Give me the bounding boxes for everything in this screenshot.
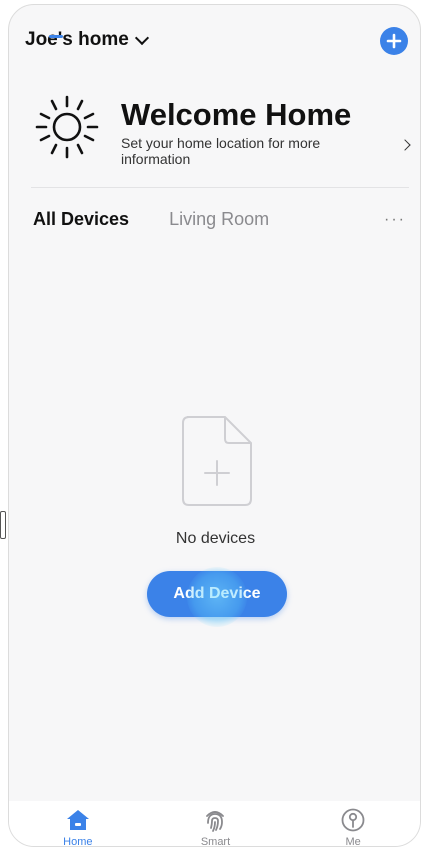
app-screen: Joe's home Welcome Home Set your home lo… bbox=[8, 4, 421, 847]
nav-home[interactable]: Home bbox=[33, 807, 123, 847]
more-options-icon[interactable]: ··· bbox=[384, 211, 406, 229]
nav-smart-label: Smart bbox=[200, 836, 231, 847]
welcome-card[interactable]: Welcome Home Set your home location for … bbox=[31, 89, 411, 177]
nav-me[interactable]: Me bbox=[308, 807, 398, 847]
home-name: Joe's home bbox=[25, 29, 129, 50]
nav-me-label: Me bbox=[345, 836, 361, 847]
side-handle bbox=[0, 511, 6, 539]
room-tabs: All Devices Living Room bbox=[33, 209, 269, 230]
nav-smart[interactable]: Smart bbox=[170, 807, 260, 847]
fingerprint-icon bbox=[206, 811, 225, 832]
welcome-title: Welcome Home bbox=[121, 97, 352, 132]
chevron-down-icon bbox=[134, 30, 149, 45]
home-icon bbox=[66, 810, 89, 830]
welcome-subtitle: Set your home location for more informat… bbox=[121, 135, 321, 167]
sun-icon bbox=[35, 95, 99, 159]
home-selector[interactable]: Joe's home bbox=[25, 29, 149, 51]
tab-all-devices[interactable]: All Devices bbox=[33, 209, 129, 230]
add-button[interactable] bbox=[380, 27, 408, 55]
divider bbox=[31, 187, 409, 188]
add-device-button[interactable]: Add Device bbox=[147, 571, 287, 617]
plus-circle-icon bbox=[386, 33, 402, 49]
tab-living-room[interactable]: Living Room bbox=[169, 209, 269, 230]
active-tab-indicator bbox=[49, 35, 63, 38]
nav-home-label: Home bbox=[63, 836, 93, 847]
empty-document-icon bbox=[182, 416, 252, 506]
chevron-right-icon bbox=[399, 139, 411, 151]
empty-message: No devices bbox=[175, 530, 256, 547]
user-icon bbox=[341, 808, 365, 832]
bottom-nav: Home Smart Me bbox=[9, 801, 420, 847]
